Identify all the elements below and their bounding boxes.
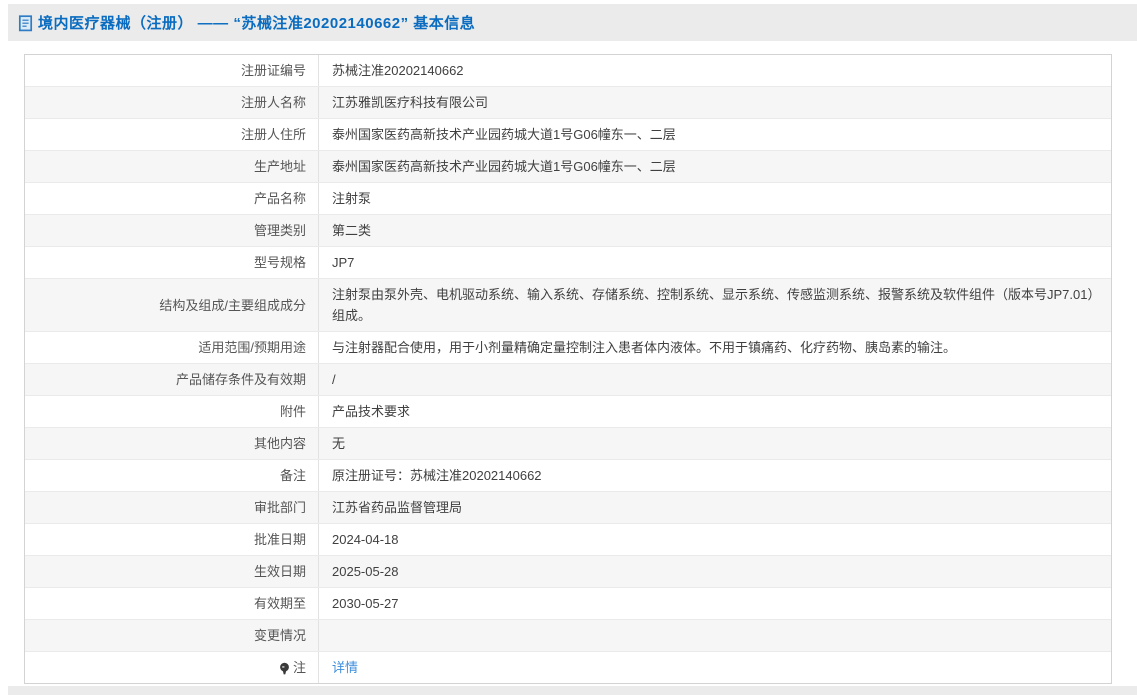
- row-label: 生效日期: [25, 556, 319, 587]
- row-value: JP7: [332, 255, 355, 270]
- row-label-text: 备注: [279, 468, 306, 483]
- info-table: 注册证编号 苏械注准20202140662 注册人名称 江苏雅凯医疗科技有限公司 注册人…: [24, 54, 1112, 684]
- table-row: 产品储存条件及有效期 /: [25, 364, 1111, 396]
- row-label-text: 批准日期: [253, 532, 306, 547]
- row-label: 注册证编号: [25, 55, 319, 86]
- row-label: 管理类别: [25, 215, 319, 246]
- row-label-text: 有效期至: [253, 596, 306, 611]
- table-row: 生效日期 2025-05-28: [25, 556, 1111, 588]
- row-value: 无: [332, 436, 346, 451]
- table-row: 审批部门 江苏省药品监督管理局: [25, 492, 1111, 524]
- bottom-strip: [8, 686, 1137, 695]
- row-label-text: 其他内容: [253, 436, 306, 451]
- table-row: 批准日期 2024-04-18: [25, 524, 1111, 556]
- row-value: [319, 620, 1111, 651]
- row-label: 结构及组成/主要组成成分: [25, 279, 319, 331]
- row-value: 产品技术要求: [332, 404, 411, 419]
- row-label-text: 生产地址: [253, 159, 306, 174]
- table-row: 注 详情: [25, 652, 1111, 683]
- table-row: 注册证编号 苏械注准20202140662: [25, 55, 1111, 87]
- table-row: 注册人住所 泰州国家医药高新技术产业园药城大道1号G06幢东一、二层: [25, 119, 1111, 151]
- row-value: 详情: [319, 652, 1111, 683]
- table-row: 变更情况: [25, 620, 1111, 652]
- row-label-text: 附件: [279, 404, 306, 419]
- content-panel: 注册证编号 苏械注准20202140662 注册人名称 江苏雅凯医疗科技有限公司 注册人…: [8, 41, 1137, 686]
- row-label-text: 产品名称: [253, 191, 306, 206]
- row-value: 2025-05-28: [332, 564, 399, 579]
- row-value: /: [332, 372, 336, 387]
- row-value: 第二类: [332, 223, 372, 238]
- row-label: 适用范围/预期用途: [25, 332, 319, 363]
- table-row: 管理类别 第二类: [25, 215, 1111, 247]
- page-header: 境内医疗器械（注册） —— “苏械注准20202140662” 基本信息: [8, 4, 1137, 41]
- row-value: 注射泵由泵外壳、电机驱动系统、输入系统、存储系统、控制系统、显示系统、传感监测系…: [332, 287, 1094, 323]
- row-label: 其他内容: [25, 428, 319, 459]
- row-label-text: 注册人名称: [240, 95, 306, 110]
- row-label-text: 生效日期: [253, 564, 306, 579]
- row-value: 2030-05-27: [332, 596, 399, 611]
- table-row: 其他内容 无: [25, 428, 1111, 460]
- row-label: 注册人住所: [25, 119, 319, 150]
- row-label-text: 注册人住所: [240, 127, 306, 142]
- row-label-text: 审批部门: [253, 500, 306, 515]
- row-label-text: 管理类别: [253, 223, 306, 238]
- row-label-text: 注: [292, 660, 306, 675]
- table-row: 注册人名称 江苏雅凯医疗科技有限公司: [25, 87, 1111, 119]
- row-label: 产品名称: [25, 183, 319, 214]
- row-label: 有效期至: [25, 588, 319, 619]
- row-value: 江苏省药品监督管理局: [332, 500, 463, 515]
- row-value: 2024-04-18: [332, 532, 399, 547]
- row-label-text: 结构及组成/主要组成成分: [159, 297, 306, 313]
- row-value: 江苏雅凯医疗科技有限公司: [332, 95, 489, 110]
- row-label: 备注: [25, 460, 319, 491]
- table-row: 有效期至 2030-05-27: [25, 588, 1111, 620]
- details-link[interactable]: 详情: [332, 657, 358, 678]
- row-label: 型号规格: [25, 247, 319, 278]
- page-title: 境内医疗器械（注册） —— “苏械注准20202140662” 基本信息: [38, 15, 476, 32]
- row-label: 批准日期: [25, 524, 319, 555]
- table-row: 型号规格 JP7: [25, 247, 1111, 279]
- table-row: 产品名称 注射泵: [25, 183, 1111, 215]
- row-label-text: 适用范围/预期用途: [198, 340, 306, 355]
- table-row: 适用范围/预期用途 与注射器配合使用，用于小剂量精确定量控制注入患者体内液体。不用…: [25, 332, 1111, 364]
- bulb-icon: [279, 662, 290, 676]
- row-value: 泰州国家医药高新技术产业园药城大道1号G06幢东一、二层: [332, 159, 676, 174]
- row-label-text: 产品储存条件及有效期: [175, 372, 306, 387]
- row-value: 注射泵: [332, 191, 372, 206]
- row-label: 变更情况: [25, 620, 319, 651]
- row-label: 附件: [25, 396, 319, 427]
- row-value: 泰州国家医药高新技术产业园药城大道1号G06幢东一、二层: [332, 127, 676, 142]
- row-label: 生产地址: [25, 151, 319, 182]
- row-value: 苏械注准20202140662: [332, 63, 464, 78]
- table-row: 备注 原注册证号：苏械注准20202140662: [25, 460, 1111, 492]
- table-row: 结构及组成/主要组成成分 注射泵由泵外壳、电机驱动系统、输入系统、存储系统、控制系…: [25, 279, 1111, 332]
- row-label-text: 变更情况: [253, 628, 306, 643]
- table-row: 生产地址 泰州国家医药高新技术产业园药城大道1号G06幢东一、二层: [25, 151, 1111, 183]
- table-row: 附件 产品技术要求: [25, 396, 1111, 428]
- row-label-text: 型号规格: [253, 255, 306, 270]
- row-label: 注: [25, 652, 319, 683]
- row-label: 产品储存条件及有效期: [25, 364, 319, 395]
- row-label: 注册人名称: [25, 87, 319, 118]
- document-icon: [18, 14, 33, 32]
- row-value: 原注册证号：苏械注准20202140662: [332, 468, 542, 483]
- row-label-text: 注册证编号: [240, 63, 306, 78]
- row-label: 审批部门: [25, 492, 319, 523]
- row-value: 与注射器配合使用，用于小剂量精确定量控制注入患者体内液体。不用于镇痛药、化疗药物…: [332, 340, 957, 355]
